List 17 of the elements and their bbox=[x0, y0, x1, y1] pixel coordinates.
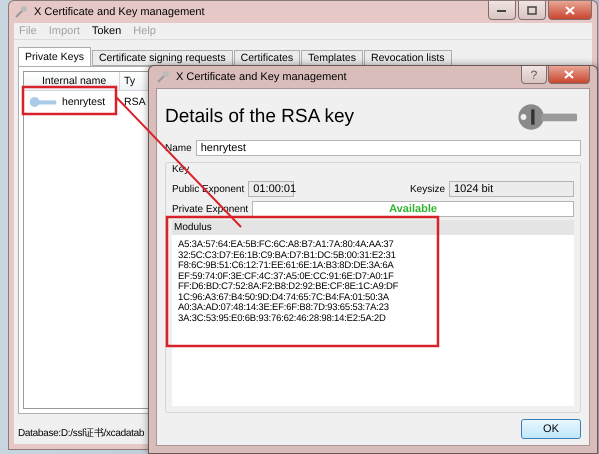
modulus-line: FF:D6:BD:C7:52:8A:F2:B8:D2:92:BE:CF:8E:1C:A9:DF bbox=[178, 282, 400, 292]
modulus-label: Modulus bbox=[172, 220, 574, 235]
modulus-line: 3A:3C:53:95:E0:6B:93:76:62:46:28:98:14:E2:5A:2D bbox=[178, 314, 387, 324]
field-label: Name bbox=[165, 142, 192, 154]
field-label: Keysize bbox=[410, 184, 445, 194]
modulus-line: A0:3A:AD:07:48:14:3E:EF:6F:B8:7D:93:65:53:7A:23 bbox=[178, 303, 390, 314]
modulus-line: 1C:96:A3:67:B4:50:9D:D4:74:65:7C:B4:FA:01:50:3A bbox=[178, 292, 390, 303]
modulus-line: F8:6C:9B:51:C6:12:71:EE:61:6E:1A:B3:8D:DE:3A:6A bbox=[178, 261, 395, 272]
modulus-line: EF:59:74:0F:3E:CF:4C:37:A5:0E:CC:91:6E:D7:A0:1F bbox=[178, 272, 395, 282]
status-text: Database:D:/ssl证书/xcadatab bbox=[18, 428, 144, 439]
table-cell: henrytest bbox=[62, 96, 106, 108]
table-cell: RSA bbox=[124, 96, 146, 108]
window-title: X Certificate and Key management bbox=[176, 71, 347, 83]
modulus-line: 32:5C:C3:D7:E6:1B:C9:BA:D7:B1:DC:5B:00:31:E2:31 bbox=[178, 250, 397, 261]
modulus-line: A5:3A:57:64:EA:5B:FC:6C:A8:B7:A1:7A:80:4A:AA:37 bbox=[178, 240, 395, 250]
dialog-heading: Details of the RSA key bbox=[165, 106, 354, 128]
window-title: X Certificate and Key management bbox=[34, 6, 205, 18]
